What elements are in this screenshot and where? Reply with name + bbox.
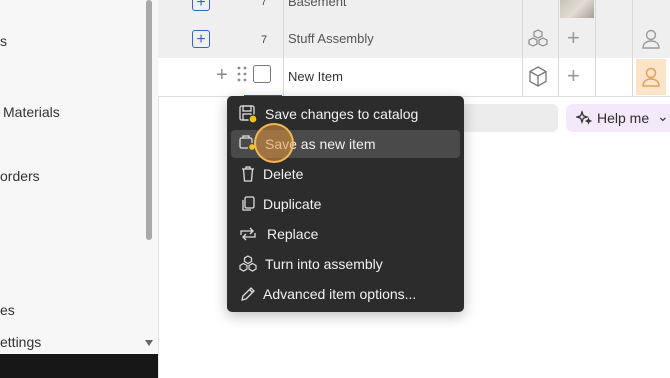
- item-name[interactable]: New Item: [288, 69, 343, 84]
- row-checkbox[interactable]: [253, 65, 271, 83]
- input-strip[interactable]: [460, 104, 558, 132]
- item-name[interactable]: Basement: [288, 0, 347, 9]
- menu-item-turn-into-assembly[interactable]: Turn into assembly: [231, 250, 460, 278]
- sidebar-item-4[interactable]: es: [0, 302, 15, 318]
- item-cube-icon: [527, 65, 549, 94]
- duplicate-icon: [237, 193, 259, 215]
- menu-item-replace[interactable]: Replace: [231, 220, 460, 248]
- sparkle-icon: [575, 110, 593, 129]
- sidebar-bottom-bar: [0, 354, 158, 378]
- row-number: 7: [261, 0, 267, 8]
- click-cursor-highlight: [254, 123, 294, 163]
- add-cell-button[interactable]: +: [567, 65, 580, 87]
- drag-handle-icon[interactable]: [237, 66, 247, 87]
- person-icon[interactable]: [636, 59, 666, 95]
- item-thumbnail: [560, 0, 594, 18]
- assembly-icon: [527, 28, 549, 55]
- sidebar: s Materials orders es ettings: [0, 0, 159, 378]
- table-row: + New Item +: [158, 58, 670, 97]
- scroll-down-arrow-icon[interactable]: [145, 340, 153, 346]
- sidebar-item-orders[interactable]: orders: [0, 168, 40, 184]
- menu-item-advanced-item-options[interactable]: Advanced item options...: [231, 280, 460, 308]
- item-name[interactable]: Stuff Assembly: [288, 31, 374, 46]
- expand-button[interactable]: +: [192, 0, 210, 11]
- row-number: 7: [261, 34, 268, 46]
- menu-item-label: Save changes to catalog: [265, 106, 419, 122]
- menu-item-label: Duplicate: [263, 196, 322, 212]
- menu-item-duplicate[interactable]: Duplicate: [231, 190, 460, 218]
- menu-item-delete[interactable]: Delete: [231, 160, 460, 188]
- assembly-icon: [237, 253, 259, 275]
- sidebar-scroll-thumb[interactable]: [146, 0, 152, 240]
- help-me-label: Help me: [597, 110, 650, 126]
- trash-icon: [237, 163, 259, 185]
- menu-item-label: Delete: [263, 166, 304, 182]
- add-row-icon[interactable]: +: [216, 64, 228, 87]
- person-icon[interactable]: [636, 21, 666, 57]
- sidebar-item-1[interactable]: s: [0, 33, 7, 49]
- add-cell-button[interactable]: +: [567, 27, 580, 49]
- chevron-down-icon: ⌄: [657, 108, 669, 124]
- save-catalog-icon: [237, 103, 259, 125]
- help-me-button[interactable]: Help me ⌄: [566, 104, 670, 132]
- menu-item-label: Advanced item options...: [263, 286, 417, 302]
- pencil-icon: [237, 283, 259, 305]
- menu-item-label: Replace: [267, 226, 319, 242]
- replace-icon: [237, 223, 259, 245]
- sidebar-item-settings[interactable]: ettings: [0, 334, 41, 350]
- menu-item-label: Turn into assembly: [265, 256, 383, 272]
- expand-button[interactable]: +: [192, 30, 210, 48]
- sidebar-item-materials[interactable]: Materials: [3, 104, 60, 120]
- table-row: + 7 Stuff Assembly +: [158, 20, 670, 59]
